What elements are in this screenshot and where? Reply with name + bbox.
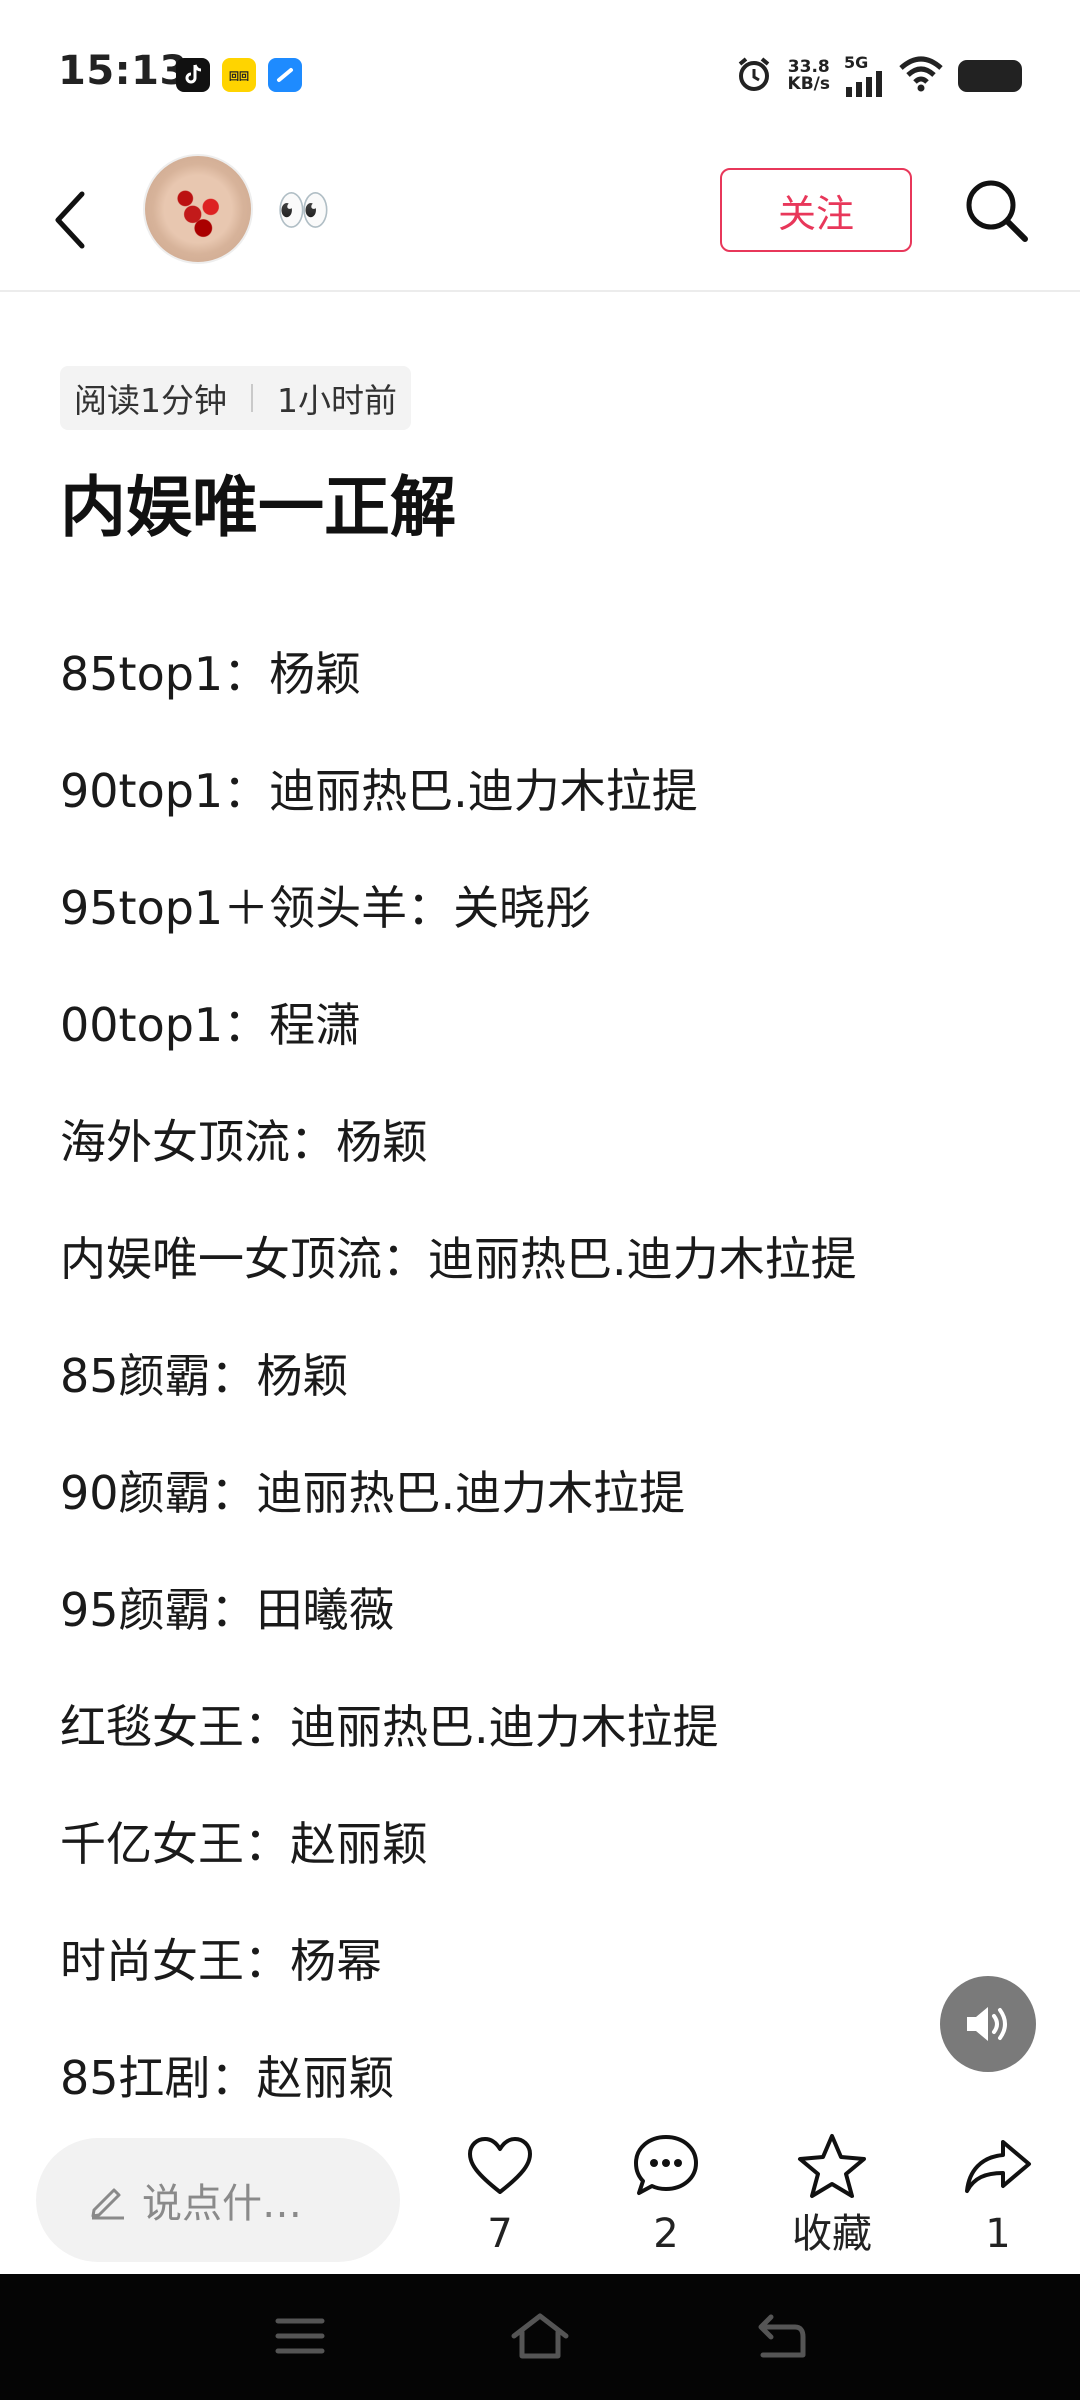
- menu-icon: [275, 2318, 325, 2354]
- status-app-icons: 回回: [176, 58, 302, 92]
- status-time: 15:13: [58, 48, 188, 94]
- back-button[interactable]: [40, 180, 100, 260]
- article-line: 红毯女王：迪丽热巴.迪力木拉提: [60, 1700, 719, 1754]
- comment-button[interactable]: 2: [606, 2130, 726, 2270]
- yellow-app-icon: 回回: [222, 58, 256, 92]
- net-speed: 33.8 KB/s: [787, 57, 830, 94]
- article-line: 90颜霸：迪丽热巴.迪力木拉提: [60, 1466, 686, 1520]
- user-name[interactable]: 👀: [276, 186, 331, 236]
- home-icon: [511, 2313, 569, 2359]
- like-count: 7: [487, 2211, 513, 2257]
- article-line: 时尚女王：杨幂: [60, 1934, 382, 1988]
- article-body: 85top1：杨颖 90top1：迪丽热巴.迪力木拉提 95top1＋领头羊：关…: [60, 634, 1040, 2155]
- avatar[interactable]: [143, 154, 253, 264]
- star-icon: [796, 2130, 868, 2202]
- chevron-left-icon: [55, 191, 85, 249]
- system-nav-bar: [0, 2274, 1080, 2400]
- article-line: 90top1：迪丽热巴.迪力木拉提: [60, 764, 698, 818]
- comment-count: 2: [653, 2211, 679, 2257]
- article-line: 00top1：程潇: [60, 998, 362, 1052]
- article-meta: 阅读1分钟 1小时前: [60, 366, 411, 430]
- like-button[interactable]: 7: [440, 2130, 560, 2270]
- favorite-button[interactable]: 收藏: [772, 2130, 892, 2270]
- article-line: 95颜霸：田曦薇: [60, 1583, 395, 1637]
- status-indicators: 33.8 KB/s 5G: [734, 54, 1022, 98]
- wifi-icon: [898, 56, 944, 96]
- return-icon: [758, 2314, 806, 2358]
- share-arrow-icon: [962, 2130, 1034, 2202]
- article-line: 千亿女王：赵丽颖: [60, 1817, 428, 1871]
- home-nav-button[interactable]: [508, 2306, 572, 2366]
- pencil-icon: [91, 2188, 124, 2220]
- speaker-icon: [967, 2007, 1007, 2041]
- blue-app-icon: [268, 58, 302, 92]
- search-icon: [966, 180, 1028, 242]
- article-line: 85top1：杨颖: [60, 647, 362, 701]
- alarm-icon: [734, 54, 774, 98]
- read-aloud-button[interactable]: [940, 1976, 1036, 2072]
- douyin-icon: [176, 58, 210, 92]
- favorite-label: 收藏: [792, 2211, 872, 2257]
- follow-button[interactable]: 关注: [720, 168, 912, 252]
- post-header: 👀 关注: [0, 150, 1080, 292]
- share-button[interactable]: 1: [938, 2130, 1058, 2270]
- bottom-action-bar: 说点什… 7 2 收藏 1: [0, 2116, 1080, 2274]
- article-title: 内娱唯一正解: [60, 469, 456, 546]
- meta-divider: [251, 384, 253, 412]
- article-line: 85颜霸：杨颖: [60, 1349, 349, 1403]
- post-time: 1小时前: [277, 381, 397, 420]
- article-line: 95top1＋领头羊：关晓彤: [60, 881, 592, 935]
- comment-placeholder: 说点什…: [142, 2181, 302, 2227]
- status-bar: 15:13 回回 33.8 KB/s 5G: [0, 0, 1080, 150]
- article-line: 海外女顶流：杨颖: [60, 1115, 428, 1169]
- search-button[interactable]: [960, 174, 1032, 246]
- read-time: 阅读1分钟: [74, 381, 227, 420]
- back-nav-button[interactable]: [748, 2306, 812, 2366]
- heart-icon: [464, 2130, 536, 2202]
- cellular-signal-icon: 5G: [844, 55, 884, 97]
- comment-bubble-icon: [630, 2130, 702, 2202]
- article-line: 内娱唯一女顶流：迪丽热巴.迪力木拉提: [60, 1232, 857, 1286]
- menu-nav-button[interactable]: [268, 2306, 332, 2366]
- comment-input[interactable]: 说点什…: [36, 2138, 400, 2262]
- share-count: 1: [985, 2211, 1011, 2257]
- battery-icon: [958, 60, 1022, 92]
